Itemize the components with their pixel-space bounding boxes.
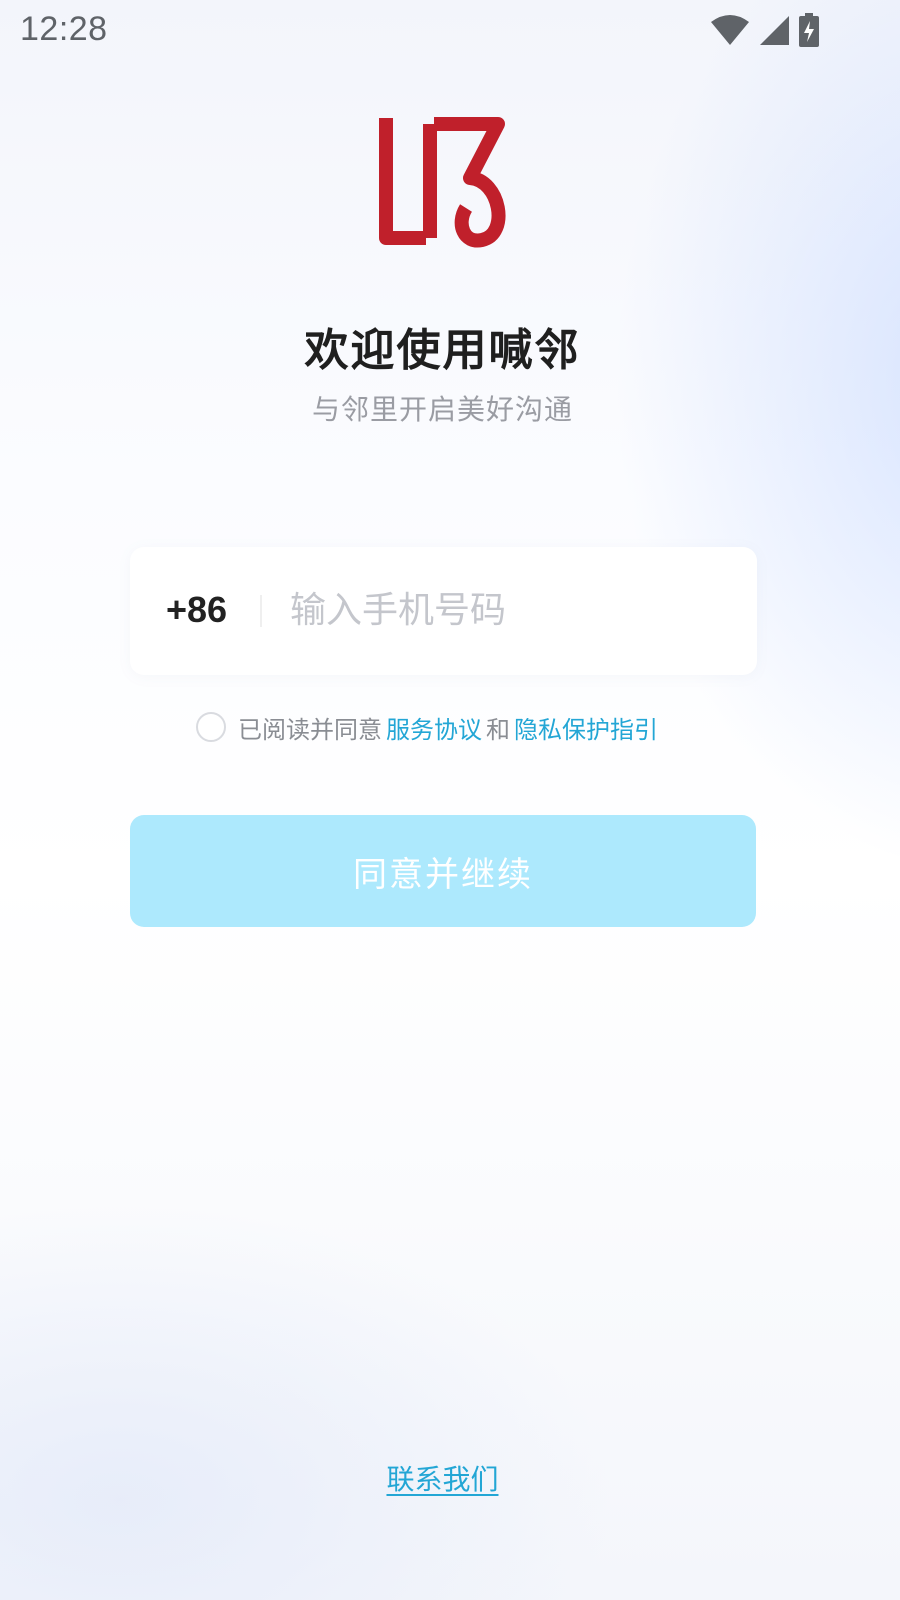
cellular-signal-icon: [758, 14, 790, 46]
status-icons: [710, 10, 820, 50]
login-screen: 12:28 欢迎使用喊邻 与邻里开启美好沟通 +86 输入手机号码 已阅读并同意…: [0, 0, 900, 1600]
agreement-prefix: 已阅读并同意: [238, 715, 382, 744]
agreement-checkbox[interactable]: [196, 712, 226, 742]
status-time: 12:28: [20, 10, 108, 48]
agreement-row: 已阅读并同意 服务协议 和 隐私保护指引: [196, 708, 662, 746]
privacy-policy-link[interactable]: 隐私保护指引: [514, 710, 658, 745]
input-divider: [260, 595, 262, 627]
battery-charging-icon: [798, 13, 820, 47]
app-logo: [374, 114, 510, 250]
wifi-icon: [710, 14, 750, 46]
contact-us-link[interactable]: 联系我们: [386, 1463, 498, 1496]
country-code-selector[interactable]: +86: [166, 589, 227, 631]
service-agreement-link[interactable]: 服务协议: [386, 710, 482, 745]
phone-input-card: +86: [130, 547, 757, 675]
agree-and-continue-button[interactable]: 同意并继续: [130, 815, 756, 927]
status-bar: 12:28: [0, 0, 900, 62]
welcome-title: 欢迎使用喊邻: [304, 325, 581, 376]
contact-us-row: 联系我们: [0, 1458, 885, 1498]
agreement-conjunction: 和: [486, 715, 510, 744]
welcome-subtitle: 与邻里开启美好沟通: [311, 393, 573, 426]
phone-number-input[interactable]: [290, 577, 730, 643]
